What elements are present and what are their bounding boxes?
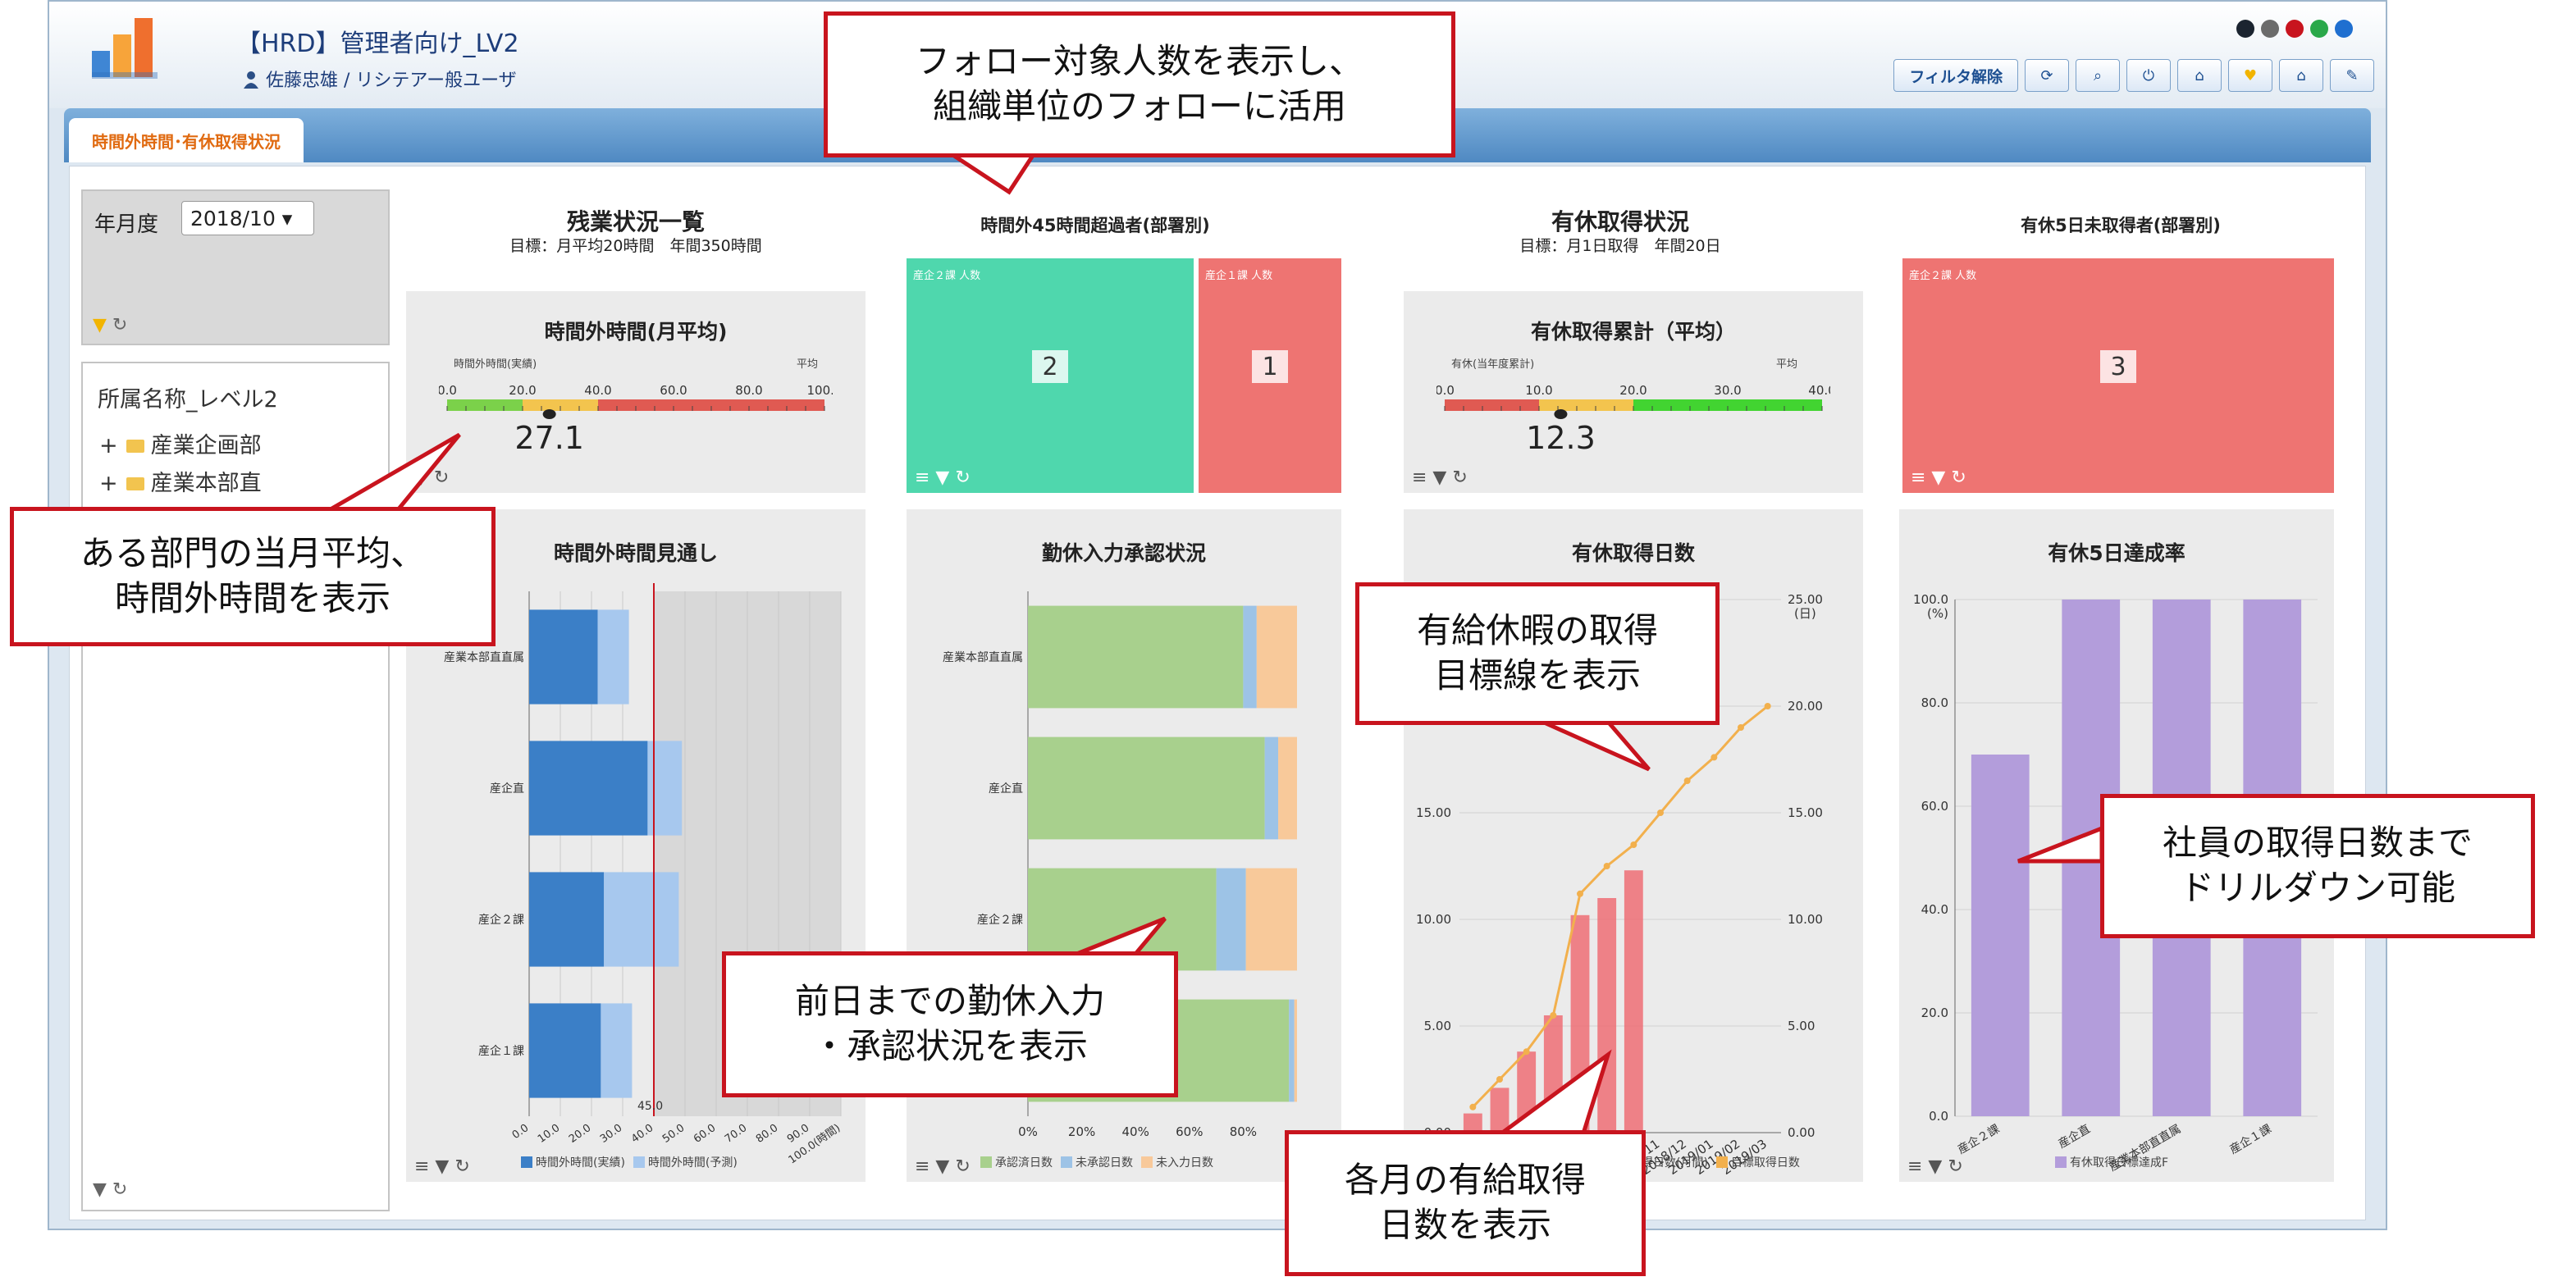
callout-line: 前日までの勤休入力 bbox=[794, 981, 1105, 1022]
callout-line: フォロー対象人数を表示し、 bbox=[915, 41, 1363, 82]
callout-attendance: 前日までの勤休入力 ・承認状況を表示 bbox=[722, 951, 1178, 1097]
callout-line: 組織単位のフォローに活用 bbox=[932, 86, 1346, 126]
callout-target-line: 有給休暇の取得 目標線を表示 bbox=[1355, 582, 1720, 725]
callout-line: 各月の有給取得 bbox=[1344, 1160, 1586, 1201]
callout-line: 目標線を表示 bbox=[1433, 655, 1641, 695]
callout-line: ドリルダウン可能 bbox=[2179, 868, 2455, 908]
callout-line: ある部門の当月平均、 bbox=[80, 533, 425, 574]
callout-drilldown: 社員の取得日数まで ドリルダウン可能 bbox=[2100, 794, 2535, 938]
callout-dept-avg: ある部門の当月平均、 時間外時間を表示 bbox=[10, 507, 496, 646]
callout-pointer bbox=[2017, 825, 2104, 864]
callout-line: ・承認状況を表示 bbox=[811, 1026, 1088, 1066]
callout-line: 日数を表示 bbox=[1378, 1205, 1551, 1245]
callout-pointer bbox=[944, 152, 1038, 195]
callout-pointer bbox=[1541, 719, 1651, 772]
callout-pointer bbox=[1495, 1049, 1612, 1136]
callout-line: 社員の取得日数まで bbox=[2162, 823, 2473, 864]
callout-line: 有給休暇の取得 bbox=[1416, 610, 1658, 651]
callout-line: 時間外時間を表示 bbox=[114, 578, 391, 618]
callout-follow: フォロー対象人数を表示し、 組織単位のフォローに活用 bbox=[824, 11, 1455, 157]
callout-monthly: 各月の有給取得 日数を表示 bbox=[1285, 1130, 1646, 1276]
